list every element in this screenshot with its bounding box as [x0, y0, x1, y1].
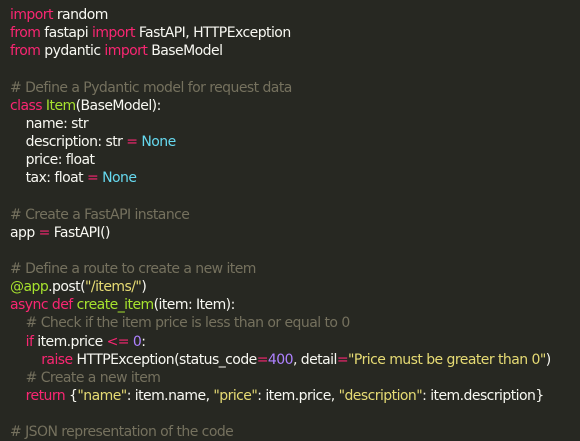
- string-token: "price": [213, 387, 258, 404]
- code-token: , detail: [292, 351, 337, 368]
- code-line: # Define a route to create a new item: [10, 260, 580, 278]
- operator-token: =: [256, 351, 269, 368]
- operator-token: =: [38, 224, 51, 241]
- keyword-token: from: [10, 25, 41, 42]
- code-line: name: str: [10, 115, 580, 133]
- comment-token: # Create a FastAPI instance: [10, 206, 190, 223]
- code-token: FastAPI, HTTPException: [134, 25, 291, 42]
- keyword-token: def: [51, 297, 73, 314]
- comment-token: # Define a Pydantic model for request da…: [10, 79, 292, 96]
- class-name-token: Item: [45, 97, 76, 114]
- string-token: "Price must be greater than 0": [348, 351, 546, 368]
- code-line: class Item(BaseModel):: [10, 97, 580, 115]
- operator-token: <=: [106, 333, 130, 350]
- code-line: import random: [10, 6, 580, 24]
- code-line: description: str = None: [10, 133, 580, 151]
- keyword-token: import: [104, 43, 148, 60]
- code-line: app = FastAPI(): [10, 224, 580, 242]
- code-token: price: float: [10, 152, 95, 169]
- operator-token: =: [86, 170, 99, 187]
- code-token: FastAPI(): [49, 224, 111, 241]
- comment-token: # Define a route to create a new item: [10, 260, 256, 277]
- code-token: name: str: [10, 115, 89, 132]
- code-token: HTTPException(status_code: [72, 351, 257, 368]
- decorator-token: @app: [10, 279, 49, 296]
- function-name-token: create_item: [76, 297, 155, 314]
- code-token: pydantic: [40, 43, 105, 60]
- code-token: ): [141, 279, 147, 296]
- keyword-token: import: [10, 7, 53, 23]
- code-token: item.price: [33, 333, 107, 350]
- code-editor[interactable]: import random from fastapi import FastAPI…: [0, 0, 580, 440]
- operator-token: =: [336, 351, 349, 368]
- comment-token: # JSON representation of the code: [10, 424, 234, 441]
- code-line: from fastapi import FastAPI, HTTPExcepti…: [10, 24, 580, 42]
- code-line: raise HTTPException(status_code=400, det…: [10, 351, 580, 369]
- code-token: :: [141, 333, 146, 350]
- code-line: async def create_item(item: Item):: [10, 296, 580, 314]
- code-token: (BaseModel):: [75, 97, 162, 114]
- string-token: "description": [338, 387, 423, 404]
- code-line: tax: float = None: [10, 169, 580, 187]
- code-line: price: float: [10, 151, 580, 169]
- code-token: : item.name,: [126, 387, 214, 404]
- code-token: : item.price,: [257, 387, 339, 404]
- code-line: @app.post("/items/"): [10, 278, 580, 296]
- keyword-token: raise: [41, 351, 73, 368]
- code-line: # Check if the item price is less than o…: [10, 314, 580, 332]
- code-token: (item: Item):: [153, 297, 236, 314]
- code-line: # Create a FastAPI instance: [10, 206, 580, 224]
- number-token: 400: [267, 351, 294, 368]
- code-line: return {"name": item.name, "price": item…: [10, 387, 580, 405]
- code-token: description: str: [10, 133, 127, 150]
- code-token: ): [545, 351, 551, 368]
- keyword-token: class: [10, 97, 43, 114]
- string-token: "name": [77, 387, 127, 404]
- code-line: # JSON representation of the code: [10, 423, 580, 441]
- code-line: # Define a Pydantic model for request da…: [10, 79, 580, 97]
- code-line: # Create a new item: [10, 369, 580, 387]
- keyword-token: return: [25, 387, 66, 404]
- code-token: .post(: [48, 279, 86, 296]
- code-token: : item.description}: [422, 387, 544, 404]
- code-token: {: [65, 387, 78, 404]
- keyword-token: from: [10, 43, 41, 60]
- number-token: 0: [132, 333, 142, 350]
- code-token: random: [52, 7, 109, 23]
- constant-token: None: [141, 133, 176, 150]
- constant-token: None: [102, 170, 137, 187]
- comment-token: # Create a new item: [25, 369, 161, 386]
- comment-token: # Check if the item price is less than o…: [25, 315, 351, 332]
- code-token: tax: float: [10, 170, 87, 187]
- code-token: BaseModel: [147, 43, 223, 60]
- keyword-token: import: [92, 25, 135, 42]
- code-token: fastapi: [40, 25, 92, 42]
- keyword-token: async: [10, 297, 49, 314]
- code-line: if item.price <= 0:: [10, 333, 580, 351]
- code-line: from pydantic import BaseModel: [10, 42, 580, 60]
- code-token: app: [10, 224, 39, 241]
- operator-token: =: [126, 133, 138, 150]
- string-token: "/items/": [85, 279, 142, 296]
